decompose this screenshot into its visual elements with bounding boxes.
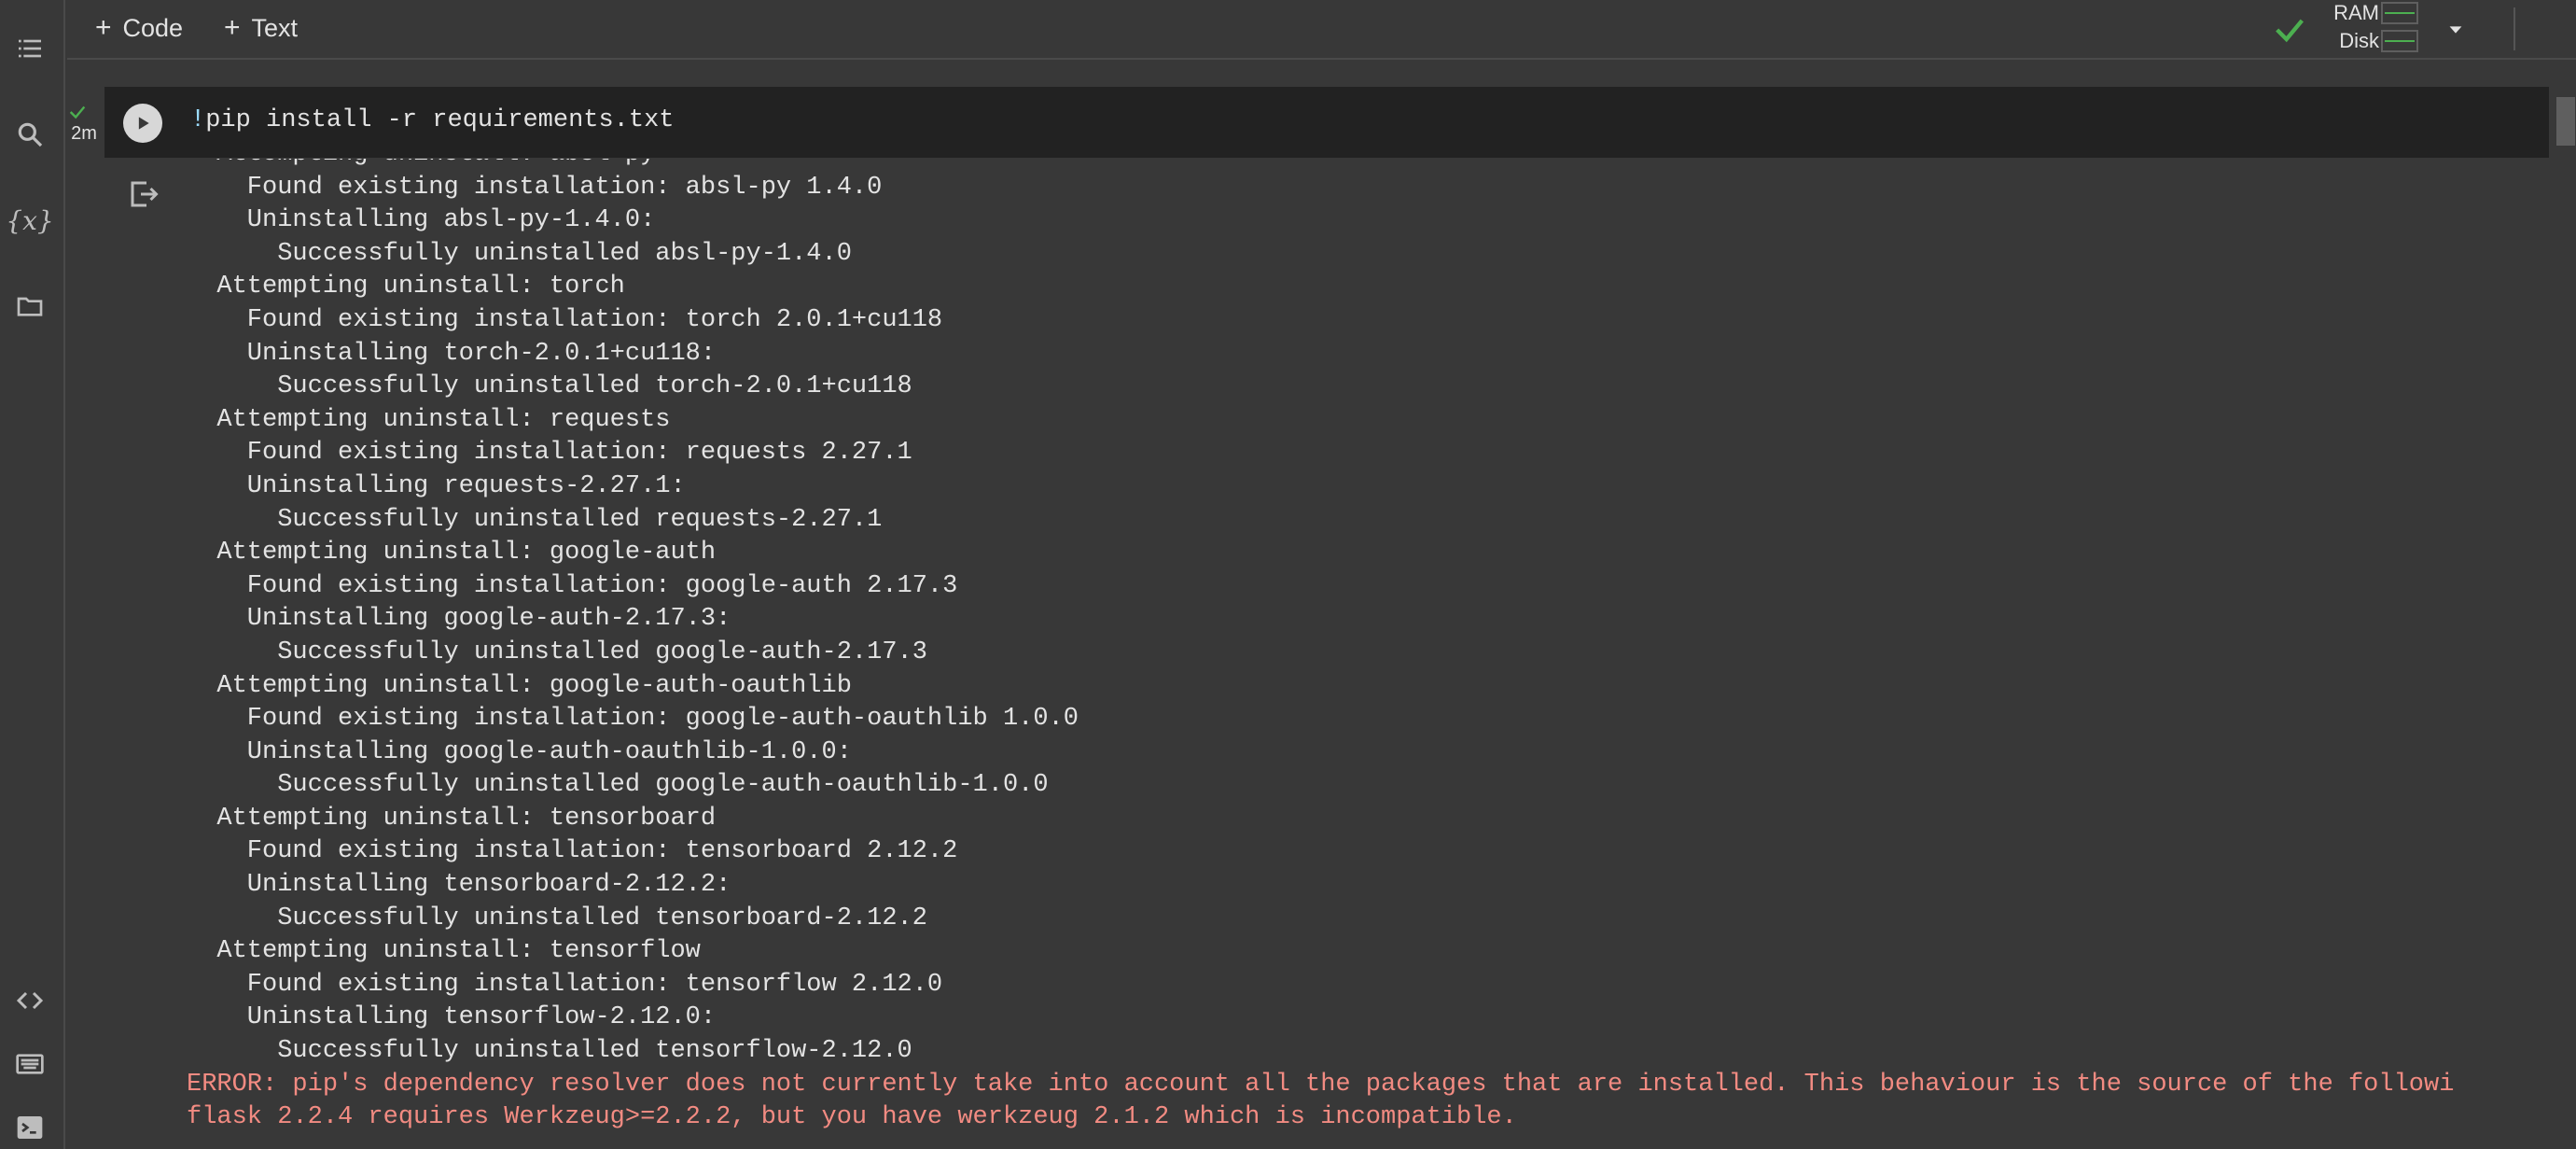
output-line: Found existing installation: google-auth… [187, 705, 1079, 734]
output-line: Attempting uninstall: tensorboard [187, 804, 717, 833]
output-line: Attempting uninstall: tensorflow [187, 937, 701, 966]
output-line: Successfully uninstalled tensorboard-2.1… [187, 904, 927, 932]
output-line: Uninstalling tensorboard-2.12.2: [187, 871, 731, 900]
add-code-button[interactable]: + Code [95, 9, 183, 47]
output-line: Successfully uninstalled absl-py-1.4.0 [187, 239, 852, 268]
check-icon [69, 105, 86, 119]
code-cell-editor[interactable]: !pip install -r requirements.txt [104, 87, 2549, 158]
disk-label: Disk [2339, 29, 2379, 52]
output-line: Successfully uninstalled torch-2.0.1+cu1… [187, 372, 912, 401]
output-line: Attempting uninstall: requests [187, 405, 671, 434]
output-line: Found existing installation: absl-py 1.4… [187, 173, 883, 202]
resource-monitor[interactable]: RAM Disk [2316, 0, 2428, 60]
files-icon[interactable] [11, 287, 49, 325]
output-line: Found existing installation: tensorboard… [187, 837, 958, 866]
left-sidebar: {x} [0, 0, 65, 1149]
terminal-icon[interactable] [11, 1109, 49, 1146]
output-line: Attempting uninstall: torch [187, 273, 625, 301]
output-line: Uninstalling requests-2.27.1: [187, 471, 686, 500]
clear-output-icon[interactable] [127, 177, 160, 211]
output-line: Successfully uninstalled google-auth-oau… [187, 771, 1049, 800]
scrollbar-thumb[interactable] [2556, 97, 2575, 146]
output-line: Uninstalling google-auth-oauthlib-1.0.0: [187, 737, 852, 766]
chevron-up-icon [2572, 14, 2576, 42]
output-line: Found existing installation: requests 2.… [187, 439, 912, 468]
output-line: Attempting uninstall: absl-py [187, 159, 2547, 172]
output-scrollbar[interactable] [2553, 93, 2576, 1149]
caret-down-icon [2449, 26, 2462, 34]
output-line: Successfully uninstalled google-auth-2.1… [187, 638, 927, 666]
run-cell-button[interactable] [123, 104, 162, 143]
output-line: Uninstalling torch-2.0.1+cu118: [187, 339, 717, 368]
output-line: Found existing installation: tensorflow … [187, 970, 943, 999]
toolbar-divider [2513, 7, 2515, 50]
disk-meter [2381, 30, 2418, 52]
table-of-contents-icon[interactable] [11, 30, 49, 67]
add-code-label: Code [122, 13, 184, 42]
error-line: flask 2.2.4 requires Werkzeug>=2.2.2, bu… [187, 1103, 1517, 1132]
play-icon [138, 117, 149, 130]
output-line: Attempting uninstall: google-auth [187, 539, 717, 567]
cell-output[interactable]: Attempting uninstall: absl-py Found exis… [187, 159, 2547, 1149]
output-line: Successfully uninstalled requests-2.27.1 [187, 505, 883, 534]
runtime-dropdown-button[interactable] [2437, 11, 2474, 49]
output-line: Successfully uninstalled tensorflow-2.12… [187, 1037, 912, 1066]
collapse-header-button[interactable] [2568, 9, 2576, 47]
command-palette-icon[interactable] [11, 1045, 49, 1083]
plus-icon: + [95, 12, 112, 43]
search-icon[interactable] [11, 116, 49, 153]
code-text[interactable]: !pip install -r requirements.txt [190, 106, 675, 134]
runtime-connected-check-icon[interactable] [2271, 11, 2308, 49]
output-line: Found existing installation: google-auth… [187, 571, 958, 600]
add-text-button[interactable]: + Text [224, 9, 298, 47]
plus-icon: + [224, 12, 241, 43]
error-line: ERROR: pip's dependency resolver does no… [187, 1070, 2455, 1099]
output-line: Found existing installation: torch 2.0.1… [187, 305, 943, 334]
variables-icon[interactable]: {x} [6, 202, 53, 239]
execution-time: 2m [71, 123, 97, 144]
ram-meter [2381, 2, 2418, 24]
add-text-label: Text [251, 13, 299, 42]
cell-execution-status: 2m [67, 101, 101, 147]
ram-label: RAM [2333, 1, 2379, 24]
code-snippets-icon[interactable] [11, 982, 49, 1019]
output-line: Uninstalling tensorflow-2.12.0: [187, 1003, 717, 1032]
output-line: Uninstalling google-auth-2.17.3: [187, 605, 731, 634]
top-toolbar: + Code + Text RAM Disk [67, 0, 2576, 60]
output-line: Uninstalling absl-py-1.4.0: [187, 206, 656, 235]
output-line: Attempting uninstall: google-auth-oauthl… [187, 671, 852, 700]
